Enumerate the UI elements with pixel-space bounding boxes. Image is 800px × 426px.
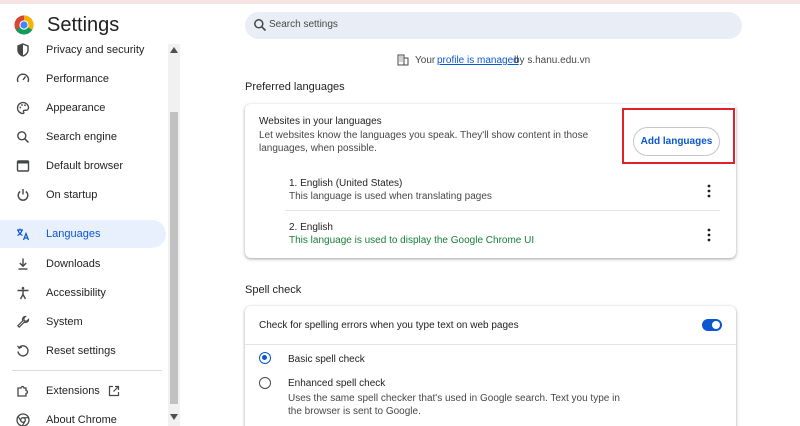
sidebar: Privacy and security Performance Appeara… [0,38,180,426]
sidebar-item-label: Privacy and security [46,44,145,56]
websites-languages-description: Let websites know the languages you spea… [259,130,589,154]
scroll-up-arrow-icon[interactable] [170,47,178,53]
sidebar-item-on-startup[interactable]: On startup [0,181,166,209]
sidebar-item-label: On startup [46,189,98,201]
more-options-icon[interactable] [703,183,715,199]
sidebar-item-label: Reset settings [46,345,116,357]
search-input[interactable]: Search settings [245,12,742,39]
sidebar-item-label: Default browser [46,160,124,172]
enhanced-spell-check-label: Enhanced spell check [288,378,386,389]
shield-icon [17,43,29,57]
profile-managed-link[interactable]: profile is managed [437,55,519,66]
sidebar-item-label: Accessibility [46,287,106,299]
sidebar-item-label: Search engine [46,131,117,143]
extensions-icon [17,385,29,397]
spell-check-toggle-label: Check for spelling errors when you type … [259,320,519,331]
sidebar-item-about-chrome[interactable]: About Chrome [0,406,166,426]
sidebar-scrollbar-thumb[interactable] [170,112,178,404]
language-row: 2. English This language is used to disp… [245,214,736,256]
download-icon [18,258,28,270]
managed-domain: by s.hanu.edu.vn [514,55,591,66]
sidebar-item-performance[interactable]: Performance [0,65,166,93]
language-name: 1. English (United States) [289,178,403,189]
toggle-knob [712,321,720,329]
sidebar-item-downloads[interactable]: Downloads [0,250,166,278]
reset-icon [17,345,29,357]
page-title: Settings [47,14,120,36]
browser-icon [16,160,30,172]
search-icon [254,19,267,32]
building-icon [397,54,409,66]
translate-icon [17,228,30,241]
section-title-spell-check: Spell check [245,284,302,296]
sidebar-item-system[interactable]: System [0,308,166,336]
sidebar-item-label: System [46,316,83,328]
section-title-preferred-languages: Preferred languages [245,81,345,93]
language-row: 1. English (United States) This language… [245,170,736,212]
managed-prefix: Your [415,55,436,66]
sidebar-item-label: About Chrome [46,414,117,426]
add-languages-button[interactable]: Add languages [633,127,720,156]
sidebar-item-accessibility[interactable]: Accessibility [0,279,166,307]
scroll-down-arrow-icon[interactable] [170,414,178,420]
sidebar-item-appearance[interactable]: Appearance [0,94,166,122]
accessibility-icon [17,286,29,300]
header: Settings Search settings [0,4,800,42]
search-icon [17,131,30,144]
sidebar-item-label: Extensions [46,385,100,397]
enhanced-spell-check-radio[interactable] [259,377,271,389]
row-divider [245,344,736,345]
basic-spell-check-radio[interactable] [259,352,271,364]
sidebar-item-label: Languages [46,228,101,240]
chrome-logo-icon [16,413,30,426]
search-placeholder: Search settings [269,19,338,30]
enhanced-spell-check-description: Uses the same spell checker that's used … [288,393,620,417]
sidebar-item-languages[interactable]: Languages [0,220,166,248]
speedometer-icon [16,73,30,83]
languages-card: Websites in your languages Let websites … [245,104,736,258]
sidebar-item-default-browser[interactable]: Default browser [0,152,166,180]
spell-check-card: Check for spelling errors when you type … [245,306,736,426]
language-note: This language is used when translating p… [289,191,492,202]
chrome-logo-icon [14,15,34,35]
sidebar-item-privacy[interactable]: Privacy and security [0,38,166,64]
websites-languages-title: Websites in your languages [259,116,382,127]
more-options-icon[interactable] [703,227,715,243]
power-icon [17,189,29,201]
language-name: 2. English [289,222,333,233]
sidebar-item-label: Performance [46,73,109,85]
sidebar-item-label: Appearance [46,102,106,114]
basic-spell-check-label: Basic spell check [288,354,365,365]
sidebar-item-reset-settings[interactable]: Reset settings [0,337,166,365]
sidebar-divider [12,370,162,371]
row-divider [285,210,720,211]
sidebar-item-search-engine[interactable]: Search engine [0,123,166,151]
spell-check-toggle[interactable] [702,319,722,331]
wrench-icon [16,315,30,329]
sidebar-item-extensions[interactable]: Extensions [0,377,166,405]
sidebar-item-label: Downloads [46,258,101,270]
external-link-icon [108,385,120,397]
palette-icon [16,101,30,115]
language-note: This language is used to display the Goo… [289,235,535,246]
